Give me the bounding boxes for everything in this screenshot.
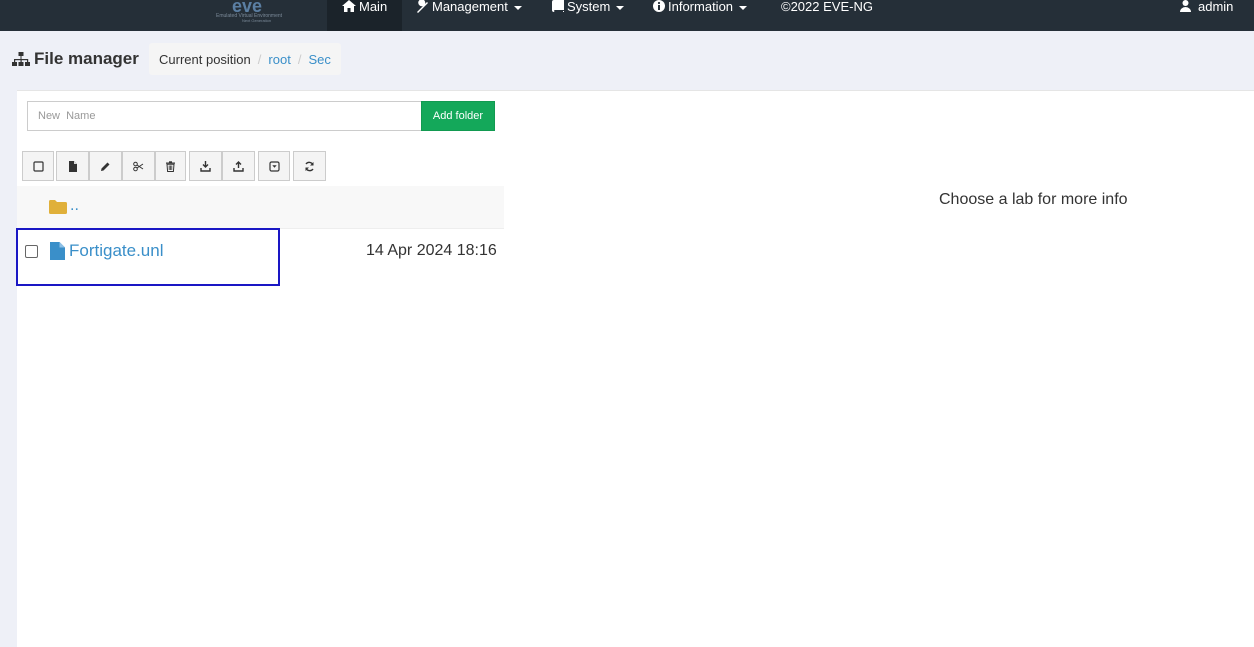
nav-main[interactable]: Main <box>327 0 402 31</box>
nav-system-label: System <box>567 0 611 14</box>
user-name: admin <box>1198 0 1234 14</box>
select-all-icon <box>32 160 44 172</box>
folder-icon <box>49 200 67 214</box>
top-navbar: eve Emulated Virtual Environment Next Ge… <box>0 0 1254 31</box>
delete-button[interactable] <box>155 151 186 181</box>
book-icon <box>552 0 564 12</box>
new-file-button[interactable] <box>56 151 89 181</box>
page-title-text: File manager <box>34 49 139 68</box>
sitemap-icon <box>12 51 30 66</box>
eve-logo: eve Emulated Virtual Environment Next Ge… <box>216 0 283 23</box>
nav-copyright[interactable]: ©2022 EVE-NG <box>781 0 873 31</box>
home-icon <box>342 0 356 12</box>
new-name-input[interactable] <box>27 101 421 131</box>
parent-folder-link[interactable]: .. <box>70 197 79 215</box>
edit-button[interactable] <box>89 151 122 181</box>
refresh-button[interactable] <box>293 151 326 181</box>
left-strip <box>0 90 17 647</box>
nav-information[interactable]: Information <box>653 0 748 31</box>
chevron-down-icon <box>616 6 625 10</box>
nav-management-label: Management <box>432 0 508 14</box>
new-file-icon <box>69 160 77 172</box>
import-icon <box>200 160 211 172</box>
nav-management[interactable]: Management <box>416 0 522 31</box>
cut-button[interactable] <box>122 151 155 181</box>
copyright-label: ©2022 EVE-NG <box>781 0 873 14</box>
parent-folder-row[interactable] <box>17 186 504 229</box>
info-icon <box>653 0 665 12</box>
svg-text:Next Generation: Next Generation <box>242 18 271 23</box>
cut-icon <box>133 161 144 171</box>
import-button[interactable] <box>189 151 222 181</box>
chevron-down-icon <box>513 6 522 10</box>
file-date: 14 Apr 2024 18:16 <box>366 242 497 259</box>
dropdown-button[interactable] <box>258 151 290 181</box>
wrench-icon <box>417 0 428 13</box>
select-all-button[interactable] <box>22 151 54 181</box>
nav-system[interactable]: System <box>552 0 625 31</box>
lab-info-message: Choose a lab for more info <box>939 191 1128 208</box>
breadcrumb-sec[interactable]: Sec <box>308 52 330 67</box>
export-icon <box>233 160 244 172</box>
breadcrumb-root[interactable]: root <box>268 52 290 67</box>
edit-icon <box>101 162 110 171</box>
breadcrumb-label: Current position <box>159 51 251 67</box>
page-title: File manager <box>12 49 139 69</box>
add-folder-button[interactable]: Add folder <box>421 101 495 131</box>
dropdown-icon <box>268 160 280 172</box>
user-menu[interactable]: admin <box>1180 0 1233 31</box>
export-button[interactable] <box>222 151 255 181</box>
nav-information-label: Information <box>668 0 734 14</box>
selection-highlight <box>16 228 280 286</box>
chevron-down-icon <box>739 6 748 10</box>
refresh-icon <box>305 161 314 171</box>
breadcrumb: Current position / root / Sec <box>149 43 341 75</box>
user-icon <box>1180 0 1191 12</box>
delete-icon <box>166 160 175 172</box>
nav-main-label: Main <box>359 0 388 14</box>
